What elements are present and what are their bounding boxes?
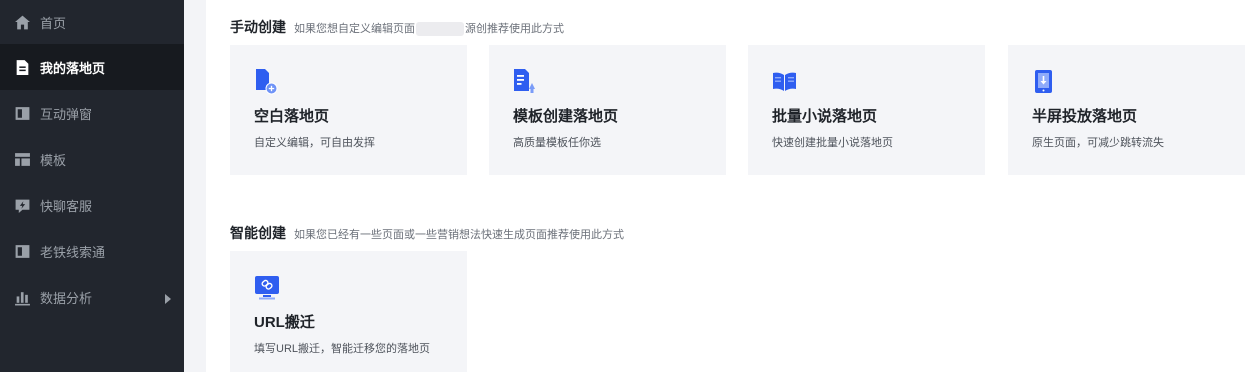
card-batch-novel-landing-page[interactable]: 批量小说落地页 快速创建批量小说落地页	[748, 45, 985, 175]
popup-icon	[14, 105, 31, 122]
card-description: 自定义编辑，可自由发挥	[254, 137, 375, 149]
card-title: URL搬迁	[254, 314, 315, 331]
card-description: 原生页面，可减少跳转流失	[1032, 137, 1164, 149]
card-title: 半屏投放落地页	[1032, 108, 1138, 125]
smart-create-header: 智能创建 如果您已经有一些页面或一些营销想法快速生成页面推荐使用此方式	[230, 223, 624, 243]
content-gutter	[184, 0, 206, 372]
sidebar-item-label: 模板	[40, 152, 67, 168]
section-description: 如果您已经有一些页面或一些营销想法快速生成页面推荐使用此方式	[294, 229, 624, 241]
sidebar-item-home[interactable]: 首页	[0, 0, 184, 44]
card-blank-landing-page[interactable]: 空白落地页 自定义编辑，可自由发挥	[230, 45, 467, 175]
sidebar-item-label: 快聊客服	[40, 198, 93, 214]
main-content: 手动创建 如果您想自定义编辑页面 源创推荐使用此方式 空白落地页 自定义编辑，可自…	[206, 0, 1248, 372]
section-description: 如果您想自定义编辑页面 源创推荐使用此方式	[294, 22, 564, 37]
sidebar-item-data-analysis[interactable]: 数据分析	[0, 274, 184, 320]
sidebar-item-label: 首页	[40, 15, 67, 31]
sidebar-item-chat-service[interactable]: 快聊客服	[0, 182, 184, 228]
leads-icon	[14, 243, 31, 260]
sidebar-item-leads[interactable]: 老铁线索通	[0, 228, 184, 274]
half-screen-icon	[1032, 69, 1054, 93]
redacted-text	[416, 22, 464, 37]
sidebar-item-my-landing-pages[interactable]: 我的落地页	[0, 44, 184, 90]
bar-chart-icon	[14, 289, 31, 306]
app-root: 首页 我的落地页 互动弹窗 模板 快聊客服 老铁线索通 数据分析 手动创建 如果…	[0, 0, 1248, 372]
card-title: 批量小说落地页	[772, 108, 878, 125]
chat-icon	[14, 197, 31, 214]
home-icon	[14, 14, 31, 31]
link-monitor-icon	[254, 275, 279, 300]
card-title: 空白落地页	[254, 108, 330, 125]
section-title: 手动创建	[230, 19, 286, 35]
sidebar-item-templates[interactable]: 模板	[0, 136, 184, 182]
sidebar-item-interactive-popup[interactable]: 互动弹窗	[0, 90, 184, 136]
card-description: 快速创建批量小说落地页	[772, 137, 893, 149]
chevron-right-icon	[164, 292, 172, 304]
card-half-screen-landing-page[interactable]: 半屏投放落地页 原生页面，可减少跳转流失	[1008, 45, 1245, 175]
card-url-migration[interactable]: URL搬迁 填写URL搬迁，智能迁移您的落地页	[230, 251, 467, 372]
sidebar: 首页 我的落地页 互动弹窗 模板 快聊客服 老铁线索通 数据分析	[0, 0, 184, 372]
sidebar-item-label: 互动弹窗	[40, 106, 93, 122]
card-title: 模板创建落地页	[513, 108, 619, 125]
template-icon	[14, 151, 31, 168]
blank-page-icon	[254, 69, 278, 95]
sidebar-item-label: 老铁线索通	[40, 244, 106, 260]
manual-create-header: 手动创建 如果您想自定义编辑页面 源创推荐使用此方式	[230, 17, 564, 37]
document-icon	[14, 59, 31, 76]
book-icon	[772, 69, 796, 93]
sidebar-item-label: 我的落地页	[40, 60, 106, 76]
card-description: 高质量模板任你选	[513, 137, 601, 149]
section-title: 智能创建	[230, 225, 286, 241]
sidebar-item-label: 数据分析	[40, 290, 93, 306]
card-template-landing-page[interactable]: 模板创建落地页 高质量模板任你选	[489, 45, 726, 175]
card-description: 填写URL搬迁，智能迁移您的落地页	[254, 343, 431, 355]
template-page-icon	[513, 69, 535, 93]
